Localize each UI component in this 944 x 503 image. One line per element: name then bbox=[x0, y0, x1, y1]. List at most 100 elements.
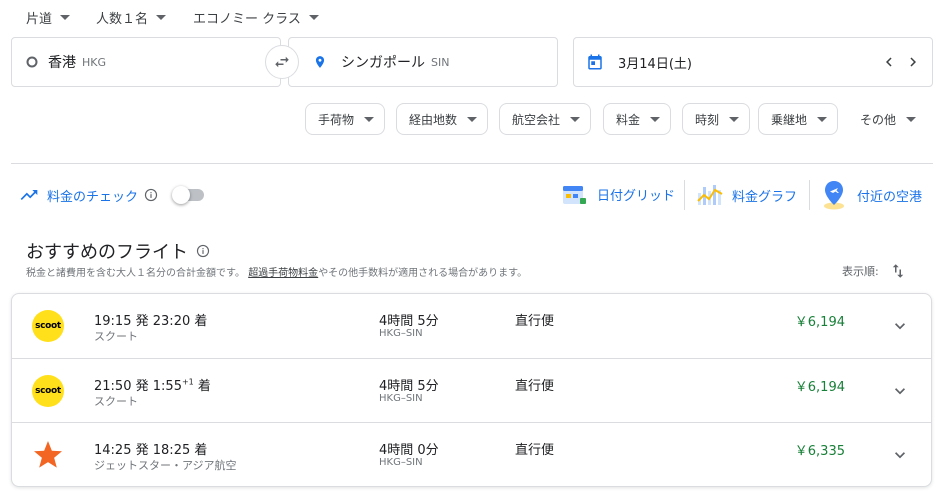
divider bbox=[11, 163, 933, 164]
filter-more[interactable]: その他 bbox=[848, 103, 927, 135]
trip-type-dropdown[interactable]: 片道 bbox=[26, 6, 71, 28]
airline-logo-scoot: scoot bbox=[32, 375, 64, 407]
flight-price: ￥6,194 bbox=[794, 380, 845, 395]
departure-date-field[interactable]: 3月14日(土) bbox=[573, 37, 933, 87]
date-grid-button[interactable]: 日付グリッド bbox=[561, 182, 675, 206]
arrive-suffix: 着 bbox=[197, 379, 211, 394]
day-offset: +1 bbox=[181, 377, 194, 387]
arrive-time: 18:25 bbox=[152, 443, 191, 458]
flight-route: HKG–SIN bbox=[379, 393, 423, 404]
destination-code: SIN bbox=[431, 55, 450, 69]
airline-logo-jetstar bbox=[32, 439, 64, 471]
caret-down-icon bbox=[308, 14, 319, 20]
arrive-time: 1:55 bbox=[152, 379, 182, 394]
depart-time: 19:15 bbox=[94, 314, 132, 329]
expand-button[interactable] bbox=[890, 316, 910, 336]
cabin-class-label: エコノミー クラス bbox=[193, 11, 301, 27]
chevron-left-icon[interactable] bbox=[880, 53, 898, 71]
section-title-text: おすすめのフライト bbox=[26, 242, 188, 263]
depart-time: 14:25 bbox=[94, 443, 132, 458]
airline-name: スクート bbox=[94, 330, 138, 343]
filter-label: 経由地数 bbox=[409, 112, 458, 127]
info-icon[interactable] bbox=[144, 188, 158, 202]
flight-row[interactable]: scoot 21:50 発 1:55+1 着 スクート 4時間 5分 HKG–S… bbox=[12, 358, 931, 422]
swap-button[interactable] bbox=[265, 45, 299, 79]
price-tracking: 料金のチェック bbox=[19, 185, 158, 205]
caret-down-icon bbox=[156, 14, 167, 20]
tool-separator bbox=[684, 180, 685, 210]
price-graph-icon bbox=[697, 185, 723, 205]
date-grid-icon bbox=[563, 186, 586, 204]
filter-airlines[interactable]: 航空会社 bbox=[499, 103, 592, 135]
arrive-suffix: 着 bbox=[194, 443, 208, 458]
flight-row[interactable]: scoot 19:15 発 23:20 着 スクート 4時間 5分 HKG–SI… bbox=[12, 294, 931, 358]
destination-name: シンガポール bbox=[341, 55, 425, 71]
filter-stops[interactable]: 経由地数 bbox=[396, 103, 489, 135]
sort-control[interactable]: 表示順: bbox=[842, 262, 907, 280]
date-grid-label: 日付グリッド bbox=[597, 188, 676, 204]
swap-arrows-icon bbox=[275, 56, 289, 68]
chevron-down-icon bbox=[895, 323, 905, 330]
caret-down-icon bbox=[60, 14, 71, 20]
caret-down-icon bbox=[364, 116, 375, 122]
filter-label: 手荷物 bbox=[318, 112, 355, 127]
filter-label: 時刻 bbox=[695, 112, 720, 127]
filter-baggage[interactable]: 手荷物 bbox=[305, 103, 386, 135]
depart-suffix: 発 bbox=[135, 314, 149, 329]
sort-label: 表示順: bbox=[842, 265, 879, 278]
departure-date: 3月14日(土) bbox=[618, 56, 692, 72]
trip-type-label: 片道 bbox=[26, 11, 53, 27]
airline-name: ジェットスター・アジア航空 bbox=[94, 459, 237, 472]
flight-results-list: scoot 19:15 発 23:20 着 スクート 4時間 5分 HKG–SI… bbox=[11, 293, 932, 487]
flight-duration: 4時間 5分 bbox=[379, 379, 439, 394]
origin-field[interactable]: 香港 HKG bbox=[11, 37, 281, 87]
star-icon bbox=[34, 441, 62, 468]
caret-down-icon bbox=[906, 116, 917, 122]
caret-down-icon bbox=[729, 116, 740, 122]
chevron-right-icon[interactable] bbox=[904, 53, 922, 71]
price-note-text: 税金と諸費用を含む大人１名分の合計金額です。 bbox=[26, 268, 245, 279]
tool-separator bbox=[809, 180, 810, 210]
passengers-dropdown[interactable]: 人数１名 bbox=[96, 6, 167, 28]
depart-suffix: 発 bbox=[135, 443, 149, 458]
flight-stops: 直行便 bbox=[515, 314, 555, 329]
nearby-airports-label: 付近の空港 bbox=[857, 189, 923, 205]
destination-field[interactable]: シンガポール SIN bbox=[288, 37, 558, 87]
trending-up-icon bbox=[20, 190, 38, 200]
filter-label: その他 bbox=[860, 112, 897, 127]
sort-icon[interactable] bbox=[889, 262, 907, 280]
section-title: おすすめのフライト bbox=[26, 238, 210, 264]
flight-price: ￥6,335 bbox=[794, 444, 845, 459]
price-note: 税金と諸費用を含む大人１名分の合計金額です。 超過手荷物料金やその他手数料が適用… bbox=[26, 264, 527, 279]
expand-button[interactable] bbox=[890, 381, 910, 401]
location-pin-icon bbox=[315, 56, 325, 68]
flight-duration: 4時間 0分 bbox=[379, 443, 439, 458]
caret-down-icon bbox=[817, 116, 828, 122]
origin-circle-icon bbox=[26, 56, 38, 68]
price-tracking-label: 料金のチェック bbox=[47, 189, 139, 205]
filter-price[interactable]: 料金 bbox=[603, 103, 672, 135]
cabin-class-dropdown[interactable]: エコノミー クラス bbox=[193, 6, 319, 28]
flight-stops: 直行便 bbox=[515, 443, 555, 458]
flight-times: 14:25 発 18:25 着 bbox=[94, 439, 207, 458]
caret-down-icon bbox=[650, 116, 661, 122]
flight-stops: 直行便 bbox=[515, 379, 555, 394]
airline-logo-scoot: scoot bbox=[32, 310, 64, 342]
info-icon[interactable] bbox=[196, 244, 210, 258]
price-graph-label: 料金グラフ bbox=[732, 189, 798, 205]
caret-down-icon bbox=[570, 116, 581, 122]
caret-down-icon bbox=[467, 116, 478, 122]
filter-label: 航空会社 bbox=[512, 112, 561, 127]
flight-duration: 4時間 5分 bbox=[379, 314, 439, 329]
excess-baggage-link[interactable]: 超過手荷物料金 bbox=[248, 268, 318, 279]
flight-times: 19:15 発 23:20 着 bbox=[94, 310, 207, 329]
flight-price: ￥6,194 bbox=[794, 315, 845, 330]
flight-row[interactable]: 14:25 発 18:25 着 ジェットスター・アジア航空 4時間 0分 HKG… bbox=[12, 422, 931, 486]
price-graph-button[interactable]: 料金グラフ bbox=[696, 181, 797, 209]
nearby-airports-button[interactable]: 付近の空港 bbox=[820, 179, 922, 211]
filter-connecting-airports[interactable]: 乗継地 bbox=[758, 103, 839, 135]
expand-button[interactable] bbox=[890, 445, 910, 465]
nearby-airport-pin-icon bbox=[824, 181, 844, 210]
price-tracking-toggle[interactable] bbox=[172, 186, 206, 204]
filter-times[interactable]: 時刻 bbox=[682, 103, 751, 135]
